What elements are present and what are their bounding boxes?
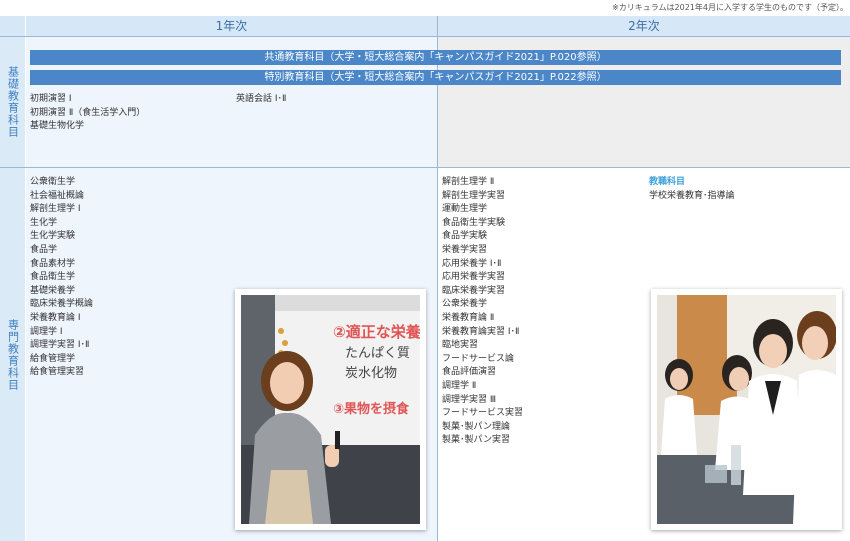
list-item: 食品学 (30, 244, 58, 255)
list-item: 社会福祉概論 (30, 190, 85, 201)
list-item: 解剖生理学 Ⅰ (30, 204, 81, 215)
teaching-subjects-title: 教職科目 (649, 177, 686, 187)
kiso-year1-list-2: 英語会話 Ⅰ･Ⅱ (236, 93, 286, 107)
row-divider (0, 167, 850, 168)
list-item: 調理学実習 Ⅰ･Ⅱ (30, 340, 90, 351)
list-item: フードサービス実習 (442, 408, 524, 419)
row-label-senmon: 専門教育科目 (0, 168, 25, 541)
common-education-bar: 共通教育科目（大学・短大総合案内「キャンパスガイド2021」P.020参照） (30, 50, 841, 65)
list-item: 基礎生物化学 (30, 121, 85, 132)
list-item: フードサービス論 (442, 353, 515, 364)
header-year1: 1年次 (26, 16, 437, 36)
list-item: 臨床栄養学概論 (30, 299, 94, 310)
row-label-kiso-text: 基礎教育科目 (6, 66, 20, 138)
header-corner (0, 16, 25, 36)
list-item: 初期演習 Ⅰ (30, 94, 72, 104)
slide-text-3: 炭水化物 (345, 366, 397, 381)
list-item: 食品評価演習 (442, 367, 497, 378)
list-item: 英語会話 Ⅰ･Ⅱ (236, 94, 287, 104)
list-item: 栄養教育論 Ⅱ (442, 312, 495, 323)
list-item: 栄養教育論実習 Ⅰ･Ⅱ (442, 326, 520, 337)
lab-photo (651, 289, 842, 530)
header-year1-label: 1年次 (215, 19, 248, 33)
slide-text-4: ③果物を摂食 (333, 401, 410, 417)
list-item: 食品素材学 (30, 258, 76, 269)
list-item: 解剖生理学実習 (442, 190, 506, 201)
list-item: 初期演習 Ⅱ（食生活学入門） (30, 107, 146, 118)
list-item: 応用栄養学 Ⅰ･Ⅱ (442, 258, 502, 269)
slide-text-2: たんぱく質 (345, 346, 410, 361)
column-divider (437, 16, 438, 541)
kiso-year1-list: 初期演習 Ⅰ 初期演習 Ⅱ（食生活学入門） 基礎生物化学 (30, 93, 145, 134)
list-item: 学校栄養教育･指導論 (649, 191, 735, 201)
list-item: 調理学 Ⅰ (30, 326, 63, 337)
list-item: 臨地実習 (442, 340, 479, 351)
list-item: 食品衛生学実験 (442, 217, 506, 228)
list-item: 給食管理学 (30, 353, 76, 364)
header-year2: 2年次 (438, 16, 850, 36)
list-item: 解剖生理学 Ⅱ (442, 177, 495, 187)
header-year2-label: 2年次 (628, 19, 660, 33)
list-item: 栄養教育論 Ⅰ (30, 312, 81, 323)
list-item: 生化学実験 (30, 231, 76, 242)
lab-photo-image (657, 295, 836, 524)
list-item: 食品学実験 (442, 231, 488, 242)
slide-text-1: ②適正な栄養量 (333, 323, 420, 341)
list-item: 製菓･製パン理論 (442, 421, 510, 432)
list-item: 製菓･製パン実習 (442, 435, 510, 446)
row-label-kiso: 基礎教育科目 (0, 37, 25, 167)
list-item: 生化学 (30, 217, 58, 228)
header-divider (0, 36, 850, 37)
list-item: 食品衛生学 (30, 272, 76, 283)
teaching-subjects-list: 学校栄養教育･指導論 (649, 190, 735, 204)
special-education-bar: 特別教育科目（大学・短大総合案内「キャンパスガイド2021」P.022参照） (30, 70, 841, 85)
list-item: 給食管理実習 (30, 367, 85, 378)
list-item: 運動生理学 (442, 204, 488, 215)
list-item: 臨床栄養学実習 (442, 285, 506, 296)
list-item: 応用栄養学実習 (442, 272, 506, 283)
row-label-senmon-text: 専門教育科目 (6, 318, 20, 391)
curriculum-note: ※カリキュラムは2021年4月に入学する学生のものです（予定）。 (612, 3, 848, 12)
lecture-photo-image: ②適正な栄養量 たんぱく質 炭水化物 ③果物を摂食 (241, 295, 420, 524)
list-item: 調理学実習 Ⅲ (442, 394, 497, 405)
senmon-year1-list: 公衆衛生学 社会福祉概論 解剖生理学 Ⅰ 生化学 生化学実験 食品学 食品素材学… (30, 176, 93, 380)
list-item: 栄養学実習 (442, 244, 488, 255)
list-item: 基礎栄養学 (30, 285, 76, 296)
lecture-photo: ②適正な栄養量 たんぱく質 炭水化物 ③果物を摂食 (235, 289, 426, 530)
senmon-year2-list: 解剖生理学 Ⅱ 解剖生理学実習 運動生理学 食品衛生学実験 食品学実験 栄養学実… (442, 176, 523, 448)
list-item: 公衆栄養学 (442, 299, 488, 310)
list-item: 調理学 Ⅱ (442, 380, 477, 391)
list-item: 公衆衛生学 (30, 177, 76, 187)
